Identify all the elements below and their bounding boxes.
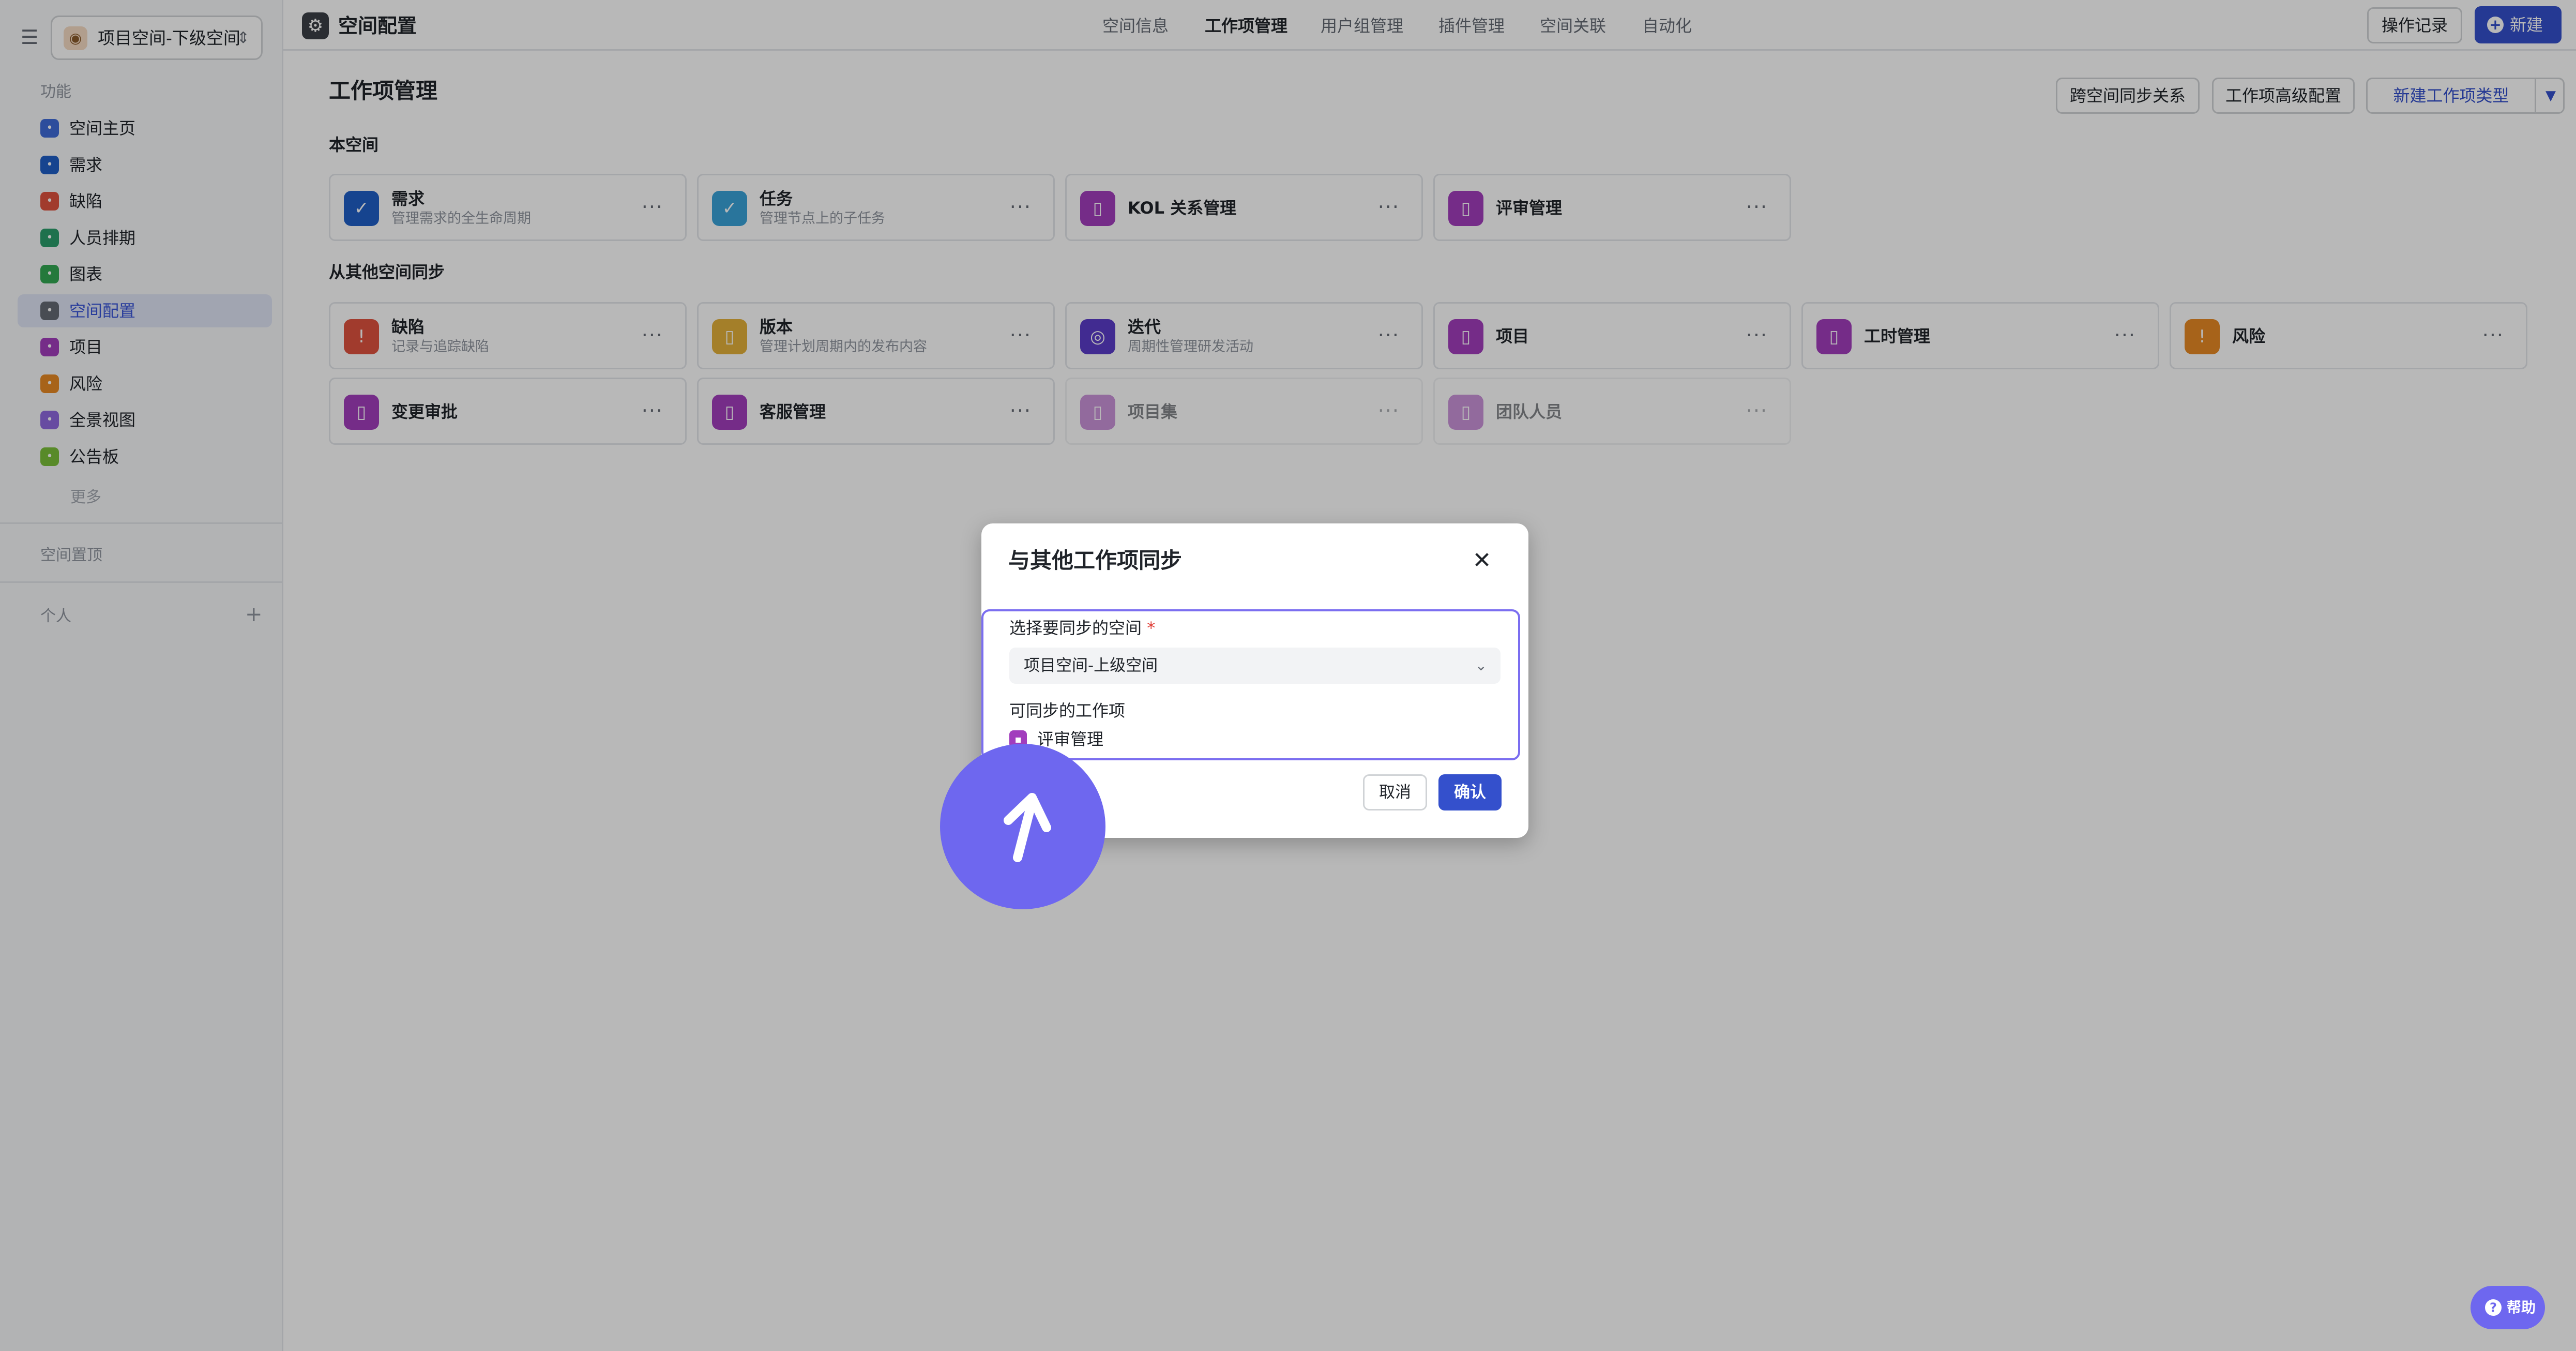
confirm-button[interactable]: 确认 (1438, 774, 1502, 810)
app-root: ☰ ◉ 项目空间-下级空间 ⇕ 功能 • 空间主页 • 需求 • 缺陷 • 人员排期 • 图表 • 空… (0, 0, 2576, 1351)
items-field-label: 可同步的工作项 (1009, 701, 1126, 720)
close-icon[interactable]: ✕ (1468, 547, 1495, 574)
chevron-down-icon: ⌄ (1475, 657, 1487, 674)
space-select-value: 项目空间-上级空间 (1024, 656, 1158, 675)
help-label: 帮助 (2507, 1299, 2536, 1316)
space-field-label-text: 选择要同步的空间 (1009, 618, 1142, 638)
cancel-button[interactable]: 取消 (1363, 774, 1427, 810)
question-icon: ? (2485, 1299, 2502, 1316)
modal-form: 选择要同步的空间 * 项目空间-上级空间 ⌄ 可同步的工作项 ▪ 评审管理 (981, 609, 1520, 760)
arrow-up-right-icon (1004, 793, 1051, 862)
help-button[interactable]: ? 帮助 (2471, 1286, 2545, 1329)
modal-title: 与其他工作项同步 (1008, 548, 1183, 573)
required-mark: * (1147, 618, 1156, 638)
space-select[interactable]: 项目空间-上级空间 ⌄ (1009, 648, 1501, 684)
pointer-cursor (940, 744, 1105, 909)
space-field-label: 选择要同步的空间 * (1009, 617, 1155, 639)
